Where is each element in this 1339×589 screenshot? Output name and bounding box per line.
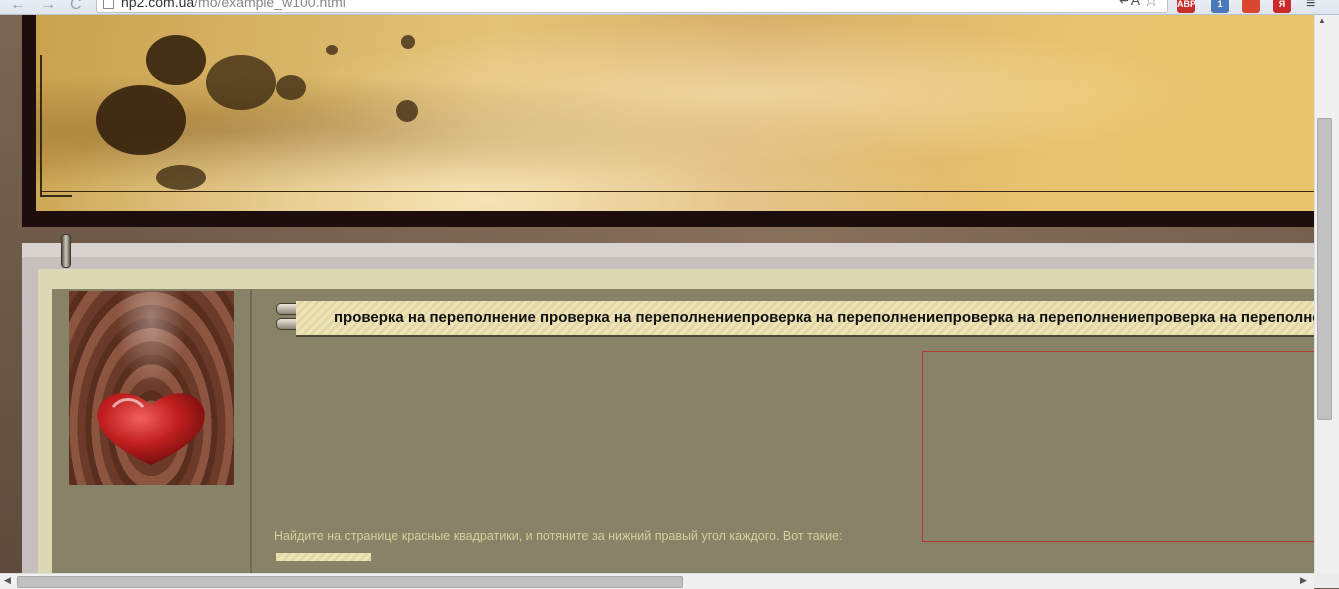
chocolate-heart-image <box>69 291 234 485</box>
back-icon[interactable]: ← <box>10 0 26 14</box>
corner-ornament <box>40 55 72 197</box>
scroll-up-icon[interactable]: ▲ <box>1318 16 1326 25</box>
ink-splat <box>96 85 186 155</box>
bookmark-star-icon[interactable]: ☆ <box>1143 0 1159 11</box>
url-text: np2.com.ua/mo/example_w100.html <box>121 0 346 10</box>
vertical-scroll-thumb[interactable] <box>1317 118 1332 420</box>
horizontal-scrollbar[interactable]: ◀ ▶ <box>0 573 1314 589</box>
separator-band <box>22 243 1314 257</box>
fox-icon[interactable] <box>1242 0 1260 13</box>
yandex-icon[interactable]: Я <box>1273 0 1291 13</box>
scroll-left-icon[interactable]: ◀ <box>4 575 11 586</box>
mail-icon[interactable]: 1 <box>1211 0 1229 13</box>
page-title: проверка на переполнение проверка на пер… <box>334 309 1339 326</box>
ink-splat <box>206 55 276 110</box>
ink-splat <box>396 100 418 122</box>
horizontal-scroll-thumb[interactable] <box>17 576 683 588</box>
ink-splat <box>146 35 206 85</box>
sidebar-divider <box>250 289 252 573</box>
scroll-right-icon[interactable]: ▶ <box>1300 575 1307 586</box>
page-icon <box>103 0 114 9</box>
pin-handle <box>61 234 71 268</box>
heart-icon <box>97 393 205 465</box>
address-bar[interactable]: np2.com.ua/mo/example_w100.html ↵A ☆ <box>96 0 1168 13</box>
title-bar: проверка на переполнение проверка на пер… <box>296 301 1339 337</box>
reload-icon[interactable]: C <box>70 0 82 14</box>
resizable-red-square[interactable] <box>922 351 1324 542</box>
header-rule <box>40 191 1314 192</box>
translate-icon[interactable]: ↵A <box>1119 0 1140 9</box>
menu-icon[interactable]: ≡ <box>1306 0 1315 13</box>
adblock-icon[interactable]: ABP <box>1177 0 1196 13</box>
browser-toolbar: ← → C np2.com.ua/mo/example_w100.html ↵A… <box>0 0 1339 15</box>
vertical-scrollbar[interactable] <box>1314 15 1339 573</box>
ink-splat <box>156 165 206 190</box>
ink-splat <box>326 45 338 55</box>
hint-sample-swatch <box>276 553 371 561</box>
forward-icon[interactable]: → <box>40 0 56 14</box>
scrollbar-corner <box>1314 573 1339 588</box>
ink-splat <box>401 35 415 49</box>
ink-splat <box>276 75 306 100</box>
header-banner <box>36 15 1314 211</box>
hint-text: Найдите на странице красные квадратики, … <box>274 529 843 543</box>
